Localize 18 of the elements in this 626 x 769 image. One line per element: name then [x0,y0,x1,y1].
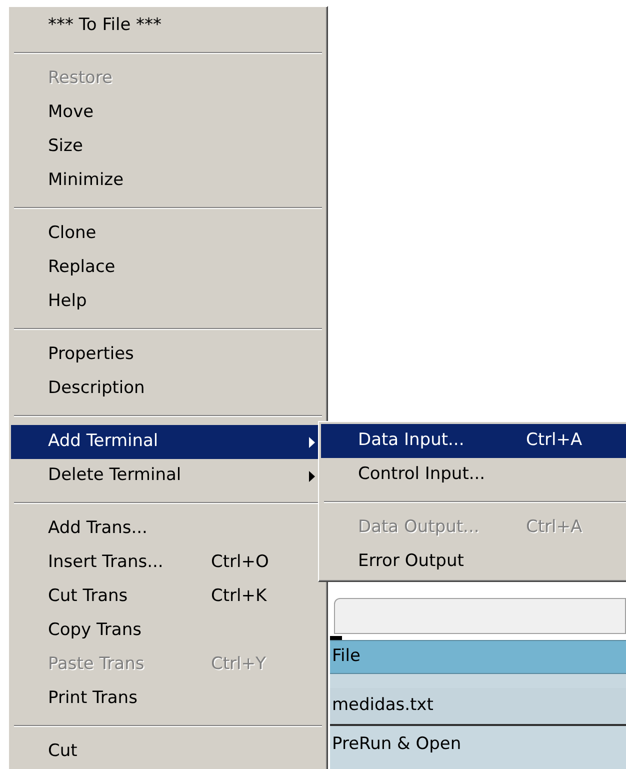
file-name-field[interactable]: medidas.txt [330,688,626,726]
menu-item[interactable]: Replace [11,251,325,285]
menu-item[interactable]: Cut [11,735,325,769]
menu-item[interactable]: Error Output [321,545,626,579]
menu-item[interactable]: Description [11,372,325,406]
menu-item[interactable]: Properties [11,338,325,372]
menu-item[interactable]: Move [11,96,325,130]
menu-item[interactable]: Cut Trans Ctrl+K [11,580,325,614]
menu-item[interactable]: Print Trans [11,682,325,716]
menu-item[interactable]: Clone [11,217,325,251]
menu-item[interactable]: Minimize [11,164,325,198]
menu-item[interactable]: Data Input... Ctrl+A [321,424,626,458]
menu-item[interactable]: *** To File *** [11,9,325,43]
menu-item[interactable]: Help [11,285,325,319]
section-header: File [330,640,626,674]
menu-item[interactable]: Size [11,130,325,164]
input-field[interactable] [334,598,626,634]
menu-item[interactable]: Copy Trans [11,614,325,648]
